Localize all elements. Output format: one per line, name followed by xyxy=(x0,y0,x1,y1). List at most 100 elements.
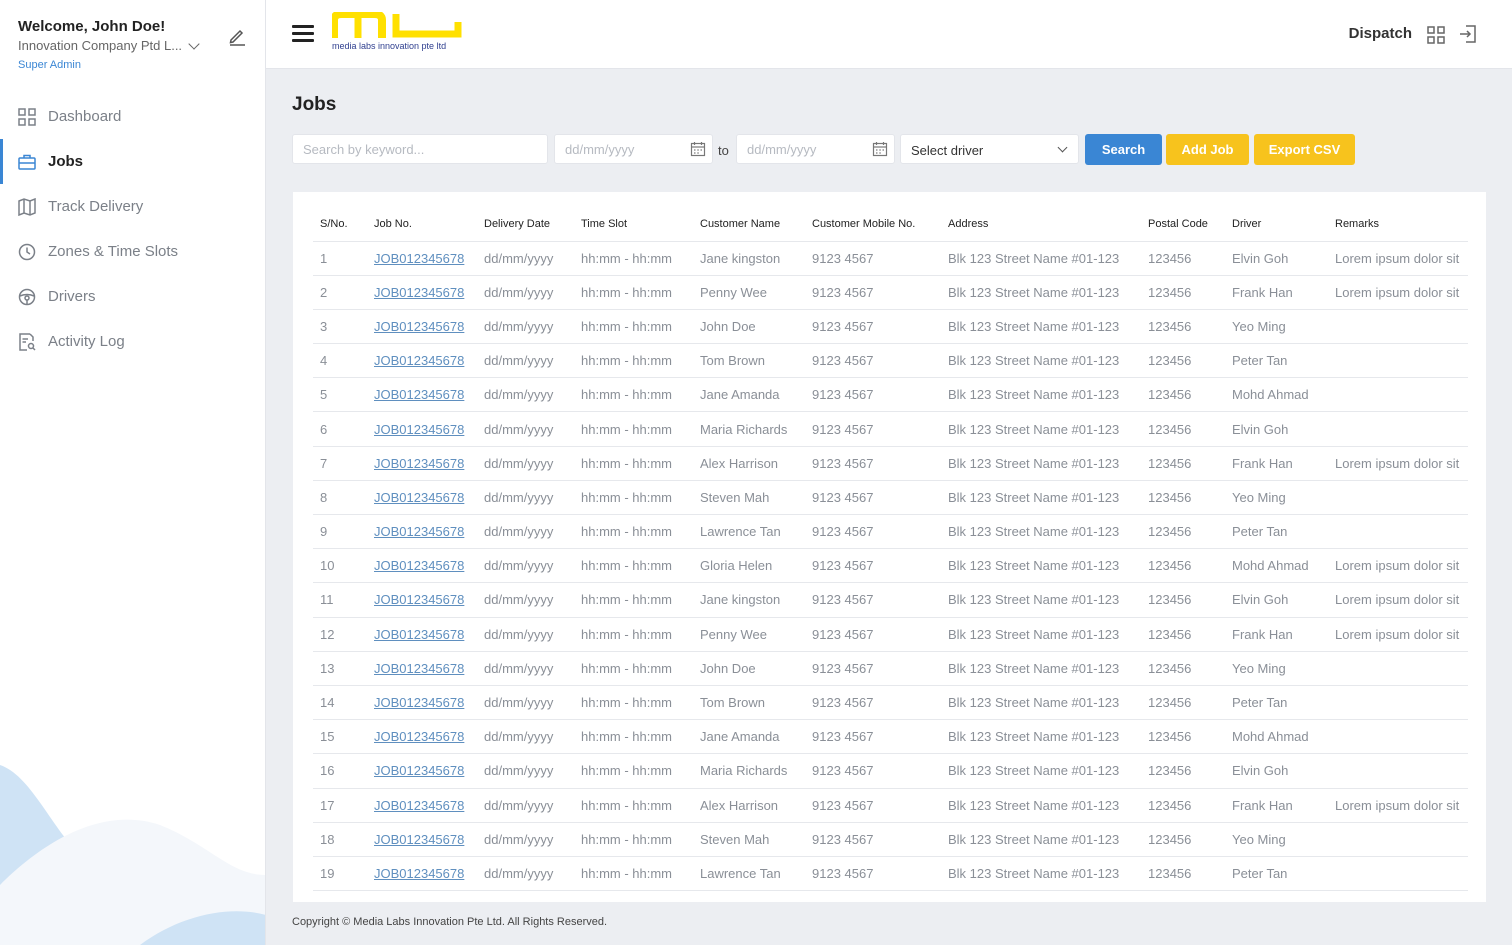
sidebar-item-jobs[interactable]: Jobs xyxy=(0,139,265,184)
table-cell: JOB012345678 xyxy=(367,275,477,310)
table-row[interactable]: 5 JOB012345678 dd/mm/yyyy hh:mm - hh:mm Jane… xyxy=(313,377,1468,413)
table-cell: dd/mm/yyyy xyxy=(477,275,574,310)
table-row[interactable]: 9 JOB012345678 dd/mm/yyyy hh:mm - hh:mm Lawr… xyxy=(313,514,1468,550)
add-job-button[interactable]: Add Job xyxy=(1166,134,1249,165)
table-cell: 123456 xyxy=(1141,890,1225,902)
job-number-link[interactable]: JOB012345678 xyxy=(374,866,464,881)
job-number-link[interactable]: JOB012345678 xyxy=(374,798,464,813)
table-cell: 9123 4567 xyxy=(805,548,941,584)
table-cell: 9123 4567 xyxy=(805,241,941,276)
table-cell: 9123 4567 xyxy=(805,788,941,823)
table-cell: 17 xyxy=(313,788,367,823)
job-number-link[interactable]: JOB012345678 xyxy=(374,524,464,539)
column-header: Address xyxy=(941,207,1141,242)
table-cell: 16 xyxy=(313,753,367,789)
table-row[interactable]: 12 JOB012345678 dd/mm/yyyy hh:mm - hh:mm Pen… xyxy=(313,617,1468,652)
table-cell: Blk 123 Street Name #01-123 xyxy=(941,446,1141,481)
table-cell: hh:mm - hh:mm xyxy=(574,548,693,584)
column-header: Time Slot xyxy=(574,207,693,242)
table-cell: Elvin Goh xyxy=(1225,411,1328,447)
table-row[interactable]: 10 JOB012345678 dd/mm/yyyy hh:mm - hh:mm Glo… xyxy=(313,548,1468,584)
apps-grid-icon[interactable] xyxy=(1426,25,1446,45)
sidebar-item-track-delivery[interactable]: Track Delivery xyxy=(0,184,265,229)
job-number-link[interactable]: JOB012345678 xyxy=(374,592,464,607)
map-icon xyxy=(18,197,36,216)
table-cell: dd/mm/yyyy xyxy=(477,685,574,721)
table-row[interactable]: 2 JOB012345678 dd/mm/yyyy hh:mm - hh:mm Penn… xyxy=(313,275,1468,310)
table-row[interactable]: 20 JOB012345678 dd/mm/yyyyhh:mm - hh:mmGlo… xyxy=(313,890,1468,902)
table-row[interactable]: 6 JOB012345678 dd/mm/yyyy hh:mm - hh:mm Mari… xyxy=(313,411,1468,447)
table-row[interactable]: 7 JOB012345678 dd/mm/yyyy hh:mm - hh:mm Alex… xyxy=(313,446,1468,481)
table-row[interactable]: 8 JOB012345678 dd/mm/yyyy hh:mm - hh:mm Stev… xyxy=(313,480,1468,516)
table-cell: 9123 4567 xyxy=(805,309,941,345)
job-number-link[interactable]: JOB012345678 xyxy=(374,490,464,505)
table-cell: Lorem ipsum dolor sit xyxy=(1328,548,1468,584)
job-number-link[interactable]: JOB012345678 xyxy=(374,900,464,902)
user-role: Super Admin xyxy=(18,59,81,71)
table-cell: 9123 4567 xyxy=(805,582,941,618)
table-cell: Peter Tan xyxy=(1225,514,1328,550)
table-cell: hh:mm - hh:mm xyxy=(574,890,693,902)
export-csv-button[interactable]: Export CSV xyxy=(1254,134,1355,165)
table-row[interactable]: 16 JOB012345678 dd/mm/yyyy hh:mm - hh:mm Mar… xyxy=(313,753,1468,789)
table-row[interactable]: 4 JOB012345678 dd/mm/yyyy hh:mm - hh:mm Tom … xyxy=(313,343,1468,379)
logout-icon[interactable] xyxy=(1458,24,1478,44)
table-row[interactable]: 3 JOB012345678 dd/mm/yyyy hh:mm - hh:mm John… xyxy=(313,309,1468,345)
job-number-link[interactable]: JOB012345678 xyxy=(374,251,464,266)
table-row[interactable]: 14 JOB012345678 dd/mm/yyyy hh:mm - hh:mm Tom… xyxy=(313,685,1468,721)
table-cell: Blk 123 Street Name #01-123 xyxy=(941,788,1141,823)
table-cell: dd/mm/yyyy xyxy=(477,480,574,516)
search-input[interactable] xyxy=(292,134,548,164)
sidebar-item-drivers[interactable]: Drivers xyxy=(0,274,265,319)
table-row[interactable]: 17 JOB012345678 dd/mm/yyyy hh:mm - hh:mm Ale… xyxy=(313,788,1468,823)
document-search-icon xyxy=(19,332,36,351)
sidebar-nav: Dashboard Jobs Track Delivery Zones & Ti… xyxy=(0,94,265,364)
job-number-link[interactable]: JOB012345678 xyxy=(374,558,464,573)
table-row[interactable]: 15 JOB012345678 dd/mm/yyyy hh:mm - hh:mm Jan… xyxy=(313,719,1468,755)
job-number-link[interactable]: JOB012345678 xyxy=(374,627,464,642)
calendar-icon[interactable] xyxy=(690,141,706,157)
table-row[interactable]: 18 JOB012345678 dd/mm/yyyy hh:mm - hh:mm Ste… xyxy=(313,822,1468,857)
job-number-link[interactable]: JOB012345678 xyxy=(374,832,464,847)
table-row[interactable]: 1 JOB012345678 dd/mm/yyyy hh:mm - hh:mm Jane… xyxy=(313,241,1468,276)
job-number-link[interactable]: JOB012345678 xyxy=(374,661,464,676)
driver-select[interactable]: Select driver xyxy=(900,134,1079,164)
table-cell: Yeo Ming xyxy=(1225,480,1328,516)
company-selector[interactable]: Innovation Company Ptd L... xyxy=(18,37,248,53)
table-row[interactable]: 13 JOB012345678 dd/mm/yyyy hh:mm - hh:mm Joh… xyxy=(313,651,1468,686)
table-cell: JOB012345678 xyxy=(367,719,477,755)
job-number-link[interactable]: JOB012345678 xyxy=(374,456,464,471)
job-number-link[interactable]: JOB012345678 xyxy=(374,353,464,368)
hamburger-menu-icon[interactable] xyxy=(292,25,314,43)
table-cell: dd/mm/yyyy xyxy=(477,822,574,857)
job-number-link[interactable]: JOB012345678 xyxy=(374,422,464,437)
chevron-down-icon xyxy=(1057,142,1068,153)
table-cell: Blk 123 Street Name #01-123 xyxy=(941,822,1141,857)
table-cell: 123456 xyxy=(1141,753,1225,789)
sidebar-item-dashboard[interactable]: Dashboard xyxy=(0,94,265,139)
table-cell: 123456 xyxy=(1141,685,1225,721)
table-row[interactable]: 11 JOB012345678 dd/mm/yyyy hh:mm - hh:mm Jan… xyxy=(313,582,1468,618)
edit-pencil-icon[interactable] xyxy=(227,26,247,46)
table-row[interactable]: 19 JOB012345678 dd/mm/yyyy hh:mm - hh:mm Law… xyxy=(313,856,1468,892)
table-cell: JOB012345678 xyxy=(367,890,477,902)
table-cell: 9123 4567 xyxy=(805,617,941,652)
sidebar-item-activity-log[interactable]: Activity Log xyxy=(0,319,265,364)
job-number-link[interactable]: JOB012345678 xyxy=(374,387,464,402)
table-cell: Blk 123 Street Name #01-123 xyxy=(941,617,1141,652)
job-number-link[interactable]: JOB012345678 xyxy=(374,285,464,300)
column-header: S/No. xyxy=(313,207,367,242)
search-button[interactable]: Search xyxy=(1085,134,1162,165)
sidebar-item-zones-time-slots[interactable]: Zones & Time Slots xyxy=(0,229,265,274)
table-cell: dd/mm/yyyy xyxy=(477,617,574,652)
table-cell: JOB012345678 xyxy=(367,685,477,721)
dispatch-label: Dispatch xyxy=(1348,25,1412,42)
job-number-link[interactable]: JOB012345678 xyxy=(374,319,464,334)
job-number-link[interactable]: JOB012345678 xyxy=(374,763,464,778)
table-cell: Lorem ipsum dolor sit xyxy=(1328,617,1468,652)
job-number-link[interactable]: JOB012345678 xyxy=(374,695,464,710)
driver-select-value: Select driver xyxy=(911,143,984,158)
calendar-icon[interactable] xyxy=(872,141,888,157)
table-cell: JOB012345678 xyxy=(367,377,477,413)
job-number-link[interactable]: JOB012345678 xyxy=(374,729,464,744)
